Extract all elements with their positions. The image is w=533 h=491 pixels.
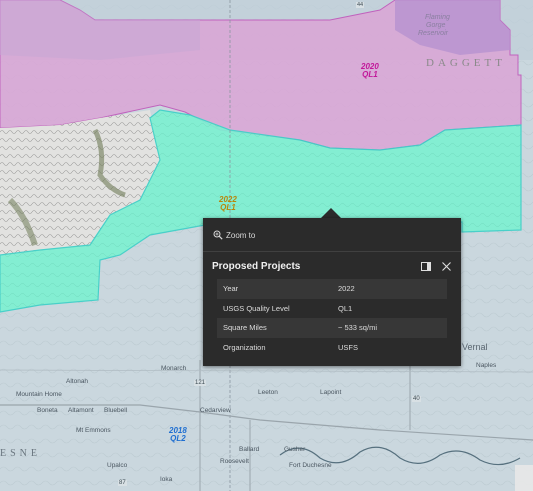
town-label-gusher: Gusher xyxy=(284,446,306,453)
close-icon xyxy=(441,261,451,271)
town-label-naples: Naples xyxy=(476,362,497,369)
town-label-altonah: Altonah xyxy=(66,378,89,385)
project-label-level: QL1 xyxy=(362,70,378,79)
zoom-in-icon xyxy=(213,230,223,240)
dock-button[interactable] xyxy=(420,260,432,272)
route-shield-44: 44 xyxy=(356,2,365,8)
project-label-level: QL2 xyxy=(170,434,186,443)
attribute-value: ~ 533 sq/mi xyxy=(332,318,447,338)
project-label-2020[interactable]: 2020 QL1 xyxy=(361,63,379,79)
town-label-ioka: Ioka xyxy=(160,476,173,483)
place-label-flaming: Flaming xyxy=(425,14,450,21)
town-label-mt-emmons: Mt Emmons xyxy=(76,427,111,434)
feature-popup: Zoom to Proposed Projects Year 2022 USGS… xyxy=(203,218,461,366)
zoom-to-button[interactable]: Zoom to xyxy=(213,228,255,242)
attribute-key: Year xyxy=(217,279,332,299)
table-row: USGS Quality Level QL1 xyxy=(217,299,447,319)
project-label-2018[interactable]: 2018 QL2 xyxy=(169,427,187,443)
place-label-reservoir: Reservoir xyxy=(418,30,448,37)
town-label-mountain-home: Mountain Home xyxy=(16,391,62,398)
route-shield-121: 121 xyxy=(194,380,207,386)
town-label-ballard: Ballard xyxy=(239,446,260,453)
attribute-key: Organization xyxy=(223,342,266,352)
popup-pointer xyxy=(321,208,341,218)
town-label-lapoint: Lapoint xyxy=(320,389,342,396)
project-label-level: QL1 xyxy=(220,203,236,212)
route-shield-87: 87 xyxy=(118,480,127,486)
town-label-cedarview: Cedarview xyxy=(200,407,231,414)
close-button[interactable] xyxy=(440,260,452,272)
town-label-roosevelt: Roosevelt xyxy=(220,458,249,465)
popup-divider xyxy=(203,251,461,252)
attribute-table: Year 2022 USGS Quality Level QL1 Square … xyxy=(217,279,447,357)
town-label-boneta: Boneta xyxy=(37,407,58,414)
dock-icon xyxy=(421,261,431,271)
county-label-daggett: DAGGETT xyxy=(426,57,506,69)
county-label-duchesne: ESNE xyxy=(0,448,41,459)
popup-title: Proposed Projects xyxy=(212,261,301,272)
place-label-gorge: Gorge xyxy=(426,22,446,29)
attribute-key: USGS Quality Level xyxy=(223,303,290,313)
project-label-2022[interactable]: 2022 QL1 xyxy=(219,196,237,212)
town-label-bluebell: Bluebell xyxy=(104,407,128,414)
attribute-value: 2022 xyxy=(332,279,447,299)
attribute-value: USFS xyxy=(338,342,359,352)
table-row: Square Miles ~ 533 sq/mi xyxy=(217,318,447,338)
town-label-upalco: Upalco xyxy=(107,462,128,469)
town-label-leeton: Leeton xyxy=(258,389,278,396)
table-row: Year 2022 xyxy=(217,279,447,299)
zoom-to-label: Zoom to xyxy=(226,230,256,240)
town-label-altamont: Altamont xyxy=(68,407,94,414)
route-shield-40: 40 xyxy=(412,396,421,402)
town-label-fort-duchesne: Fort Duchesne xyxy=(289,462,332,469)
town-label-vernal: Vernal xyxy=(462,342,488,352)
attribute-key: Square Miles xyxy=(217,318,332,338)
town-label-monarch: Monarch xyxy=(161,365,187,372)
table-row: Organization USFS xyxy=(217,338,447,358)
attribute-value: QL1 xyxy=(338,303,353,313)
